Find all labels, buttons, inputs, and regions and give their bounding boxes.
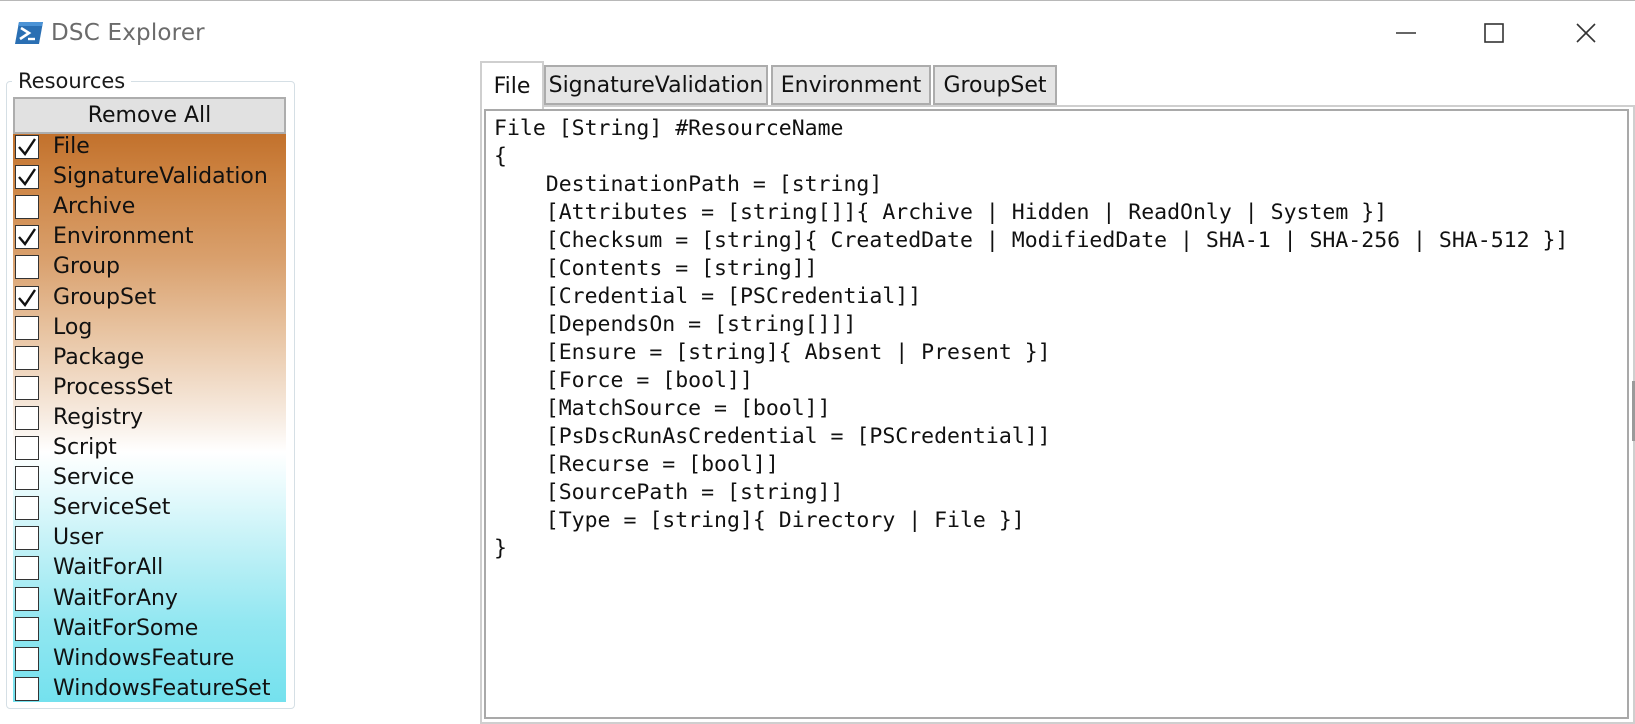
powershell-icon xyxy=(14,20,44,46)
resource-item[interactable]: Group xyxy=(13,252,286,282)
resource-item[interactable]: Service xyxy=(13,463,286,493)
resource-label: SignatureValidation xyxy=(53,164,268,190)
resource-item[interactable]: WindowsFeature xyxy=(13,644,286,674)
checkmark-icon xyxy=(18,288,36,307)
checkmark-icon xyxy=(18,228,36,247)
resource-checkbox[interactable] xyxy=(15,315,39,340)
resource-checkbox[interactable] xyxy=(15,466,39,491)
resource-label: WaitForAny xyxy=(53,585,178,611)
tab-label: SignatureValidation xyxy=(548,72,764,98)
resource-definition-text[interactable]: File [String] #ResourceName { Destinatio… xyxy=(494,115,1568,563)
resource-checkbox[interactable] xyxy=(15,405,39,430)
resource-item[interactable]: User xyxy=(13,523,286,553)
minimize-icon xyxy=(1395,22,1417,44)
resource-checkbox[interactable] xyxy=(15,285,39,310)
resource-item[interactable]: Log xyxy=(13,313,286,343)
resource-checkbox[interactable] xyxy=(15,255,39,280)
resource-item[interactable]: WaitForAll xyxy=(13,553,286,583)
resource-label: Script xyxy=(53,435,117,460)
resource-checkbox[interactable] xyxy=(15,345,39,370)
resource-label: WindowsFeature xyxy=(53,645,235,671)
tab-groupset[interactable]: GroupSet xyxy=(933,65,1057,105)
resource-label: WindowsFeatureSet xyxy=(53,675,271,701)
resource-label: User xyxy=(53,525,104,551)
resource-label: WaitForSome xyxy=(53,615,199,641)
resource-label: Environment xyxy=(53,224,194,250)
resource-checkbox[interactable] xyxy=(15,616,39,641)
resource-item[interactable]: WaitForAny xyxy=(13,584,286,614)
tab-signaturevalidation[interactable]: SignatureValidation xyxy=(544,65,768,105)
resource-label: ServiceSet xyxy=(53,495,171,521)
window-title: DSC Explorer xyxy=(51,20,205,46)
resource-checkbox[interactable] xyxy=(15,496,39,521)
remove-all-button[interactable]: Remove All xyxy=(13,97,286,134)
resource-checkbox[interactable] xyxy=(15,436,39,460)
minimize-button[interactable] xyxy=(1384,15,1428,51)
resource-checkbox[interactable] xyxy=(15,195,39,220)
resource-label: File xyxy=(53,134,90,159)
tab-environment[interactable]: Environment xyxy=(771,65,931,105)
resource-item[interactable]: ServiceSet xyxy=(13,493,286,523)
resource-item[interactable]: GroupSet xyxy=(13,283,286,313)
resource-item[interactable]: WindowsFeatureSet xyxy=(13,674,286,702)
resource-label: WaitForAll xyxy=(53,555,164,581)
resource-item[interactable]: Package xyxy=(13,343,286,373)
resource-label: Group xyxy=(53,254,120,280)
resource-item[interactable]: File xyxy=(13,134,286,162)
maximize-icon xyxy=(1483,22,1505,44)
checkmark-icon xyxy=(18,168,36,187)
tab-label: File xyxy=(493,73,531,99)
resource-item[interactable]: Environment xyxy=(13,222,286,252)
resource-checkbox[interactable] xyxy=(15,225,39,250)
resource-checkbox[interactable] xyxy=(15,135,39,159)
app-window: DSC Explorer Resources Remove All File Si… xyxy=(0,0,1635,724)
resource-checkbox[interactable] xyxy=(15,676,39,701)
tab-label: GroupSet xyxy=(943,72,1047,98)
resource-checkbox[interactable] xyxy=(15,556,39,581)
resource-checkbox[interactable] xyxy=(15,526,39,551)
close-button[interactable] xyxy=(1564,15,1608,51)
resource-list[interactable]: File SignatureValidation Archive Environmen… xyxy=(13,134,286,702)
tab-file[interactable]: File xyxy=(480,61,544,109)
resource-label: Log xyxy=(53,314,93,340)
close-icon xyxy=(1575,22,1597,44)
resource-item[interactable]: WaitForSome xyxy=(13,614,286,644)
resource-item[interactable]: Archive xyxy=(13,192,286,222)
resource-item[interactable]: Registry xyxy=(13,403,286,433)
resource-checkbox[interactable] xyxy=(15,586,39,611)
resource-label: Package xyxy=(53,344,145,370)
resource-checkbox[interactable] xyxy=(15,165,39,190)
resource-label: Registry xyxy=(53,404,144,430)
resource-label: Service xyxy=(53,465,135,491)
maximize-button[interactable] xyxy=(1472,15,1516,51)
resource-label: ProcessSet xyxy=(53,374,173,400)
resource-item[interactable]: ProcessSet xyxy=(13,373,286,403)
resource-item[interactable]: SignatureValidation xyxy=(13,162,286,192)
resource-item[interactable]: Script xyxy=(13,433,286,463)
title-bar[interactable]: DSC Explorer xyxy=(0,1,1635,67)
resource-checkbox[interactable] xyxy=(15,646,39,671)
resource-checkbox[interactable] xyxy=(15,375,39,400)
resource-label: GroupSet xyxy=(53,284,157,310)
resource-label: Archive xyxy=(53,194,136,220)
resources-group-label: Resources xyxy=(12,68,132,94)
tab-label: Environment xyxy=(780,72,922,98)
checkmark-icon xyxy=(18,138,36,156)
code-editor[interactable]: File [String] #ResourceName { Destinatio… xyxy=(484,109,1629,719)
